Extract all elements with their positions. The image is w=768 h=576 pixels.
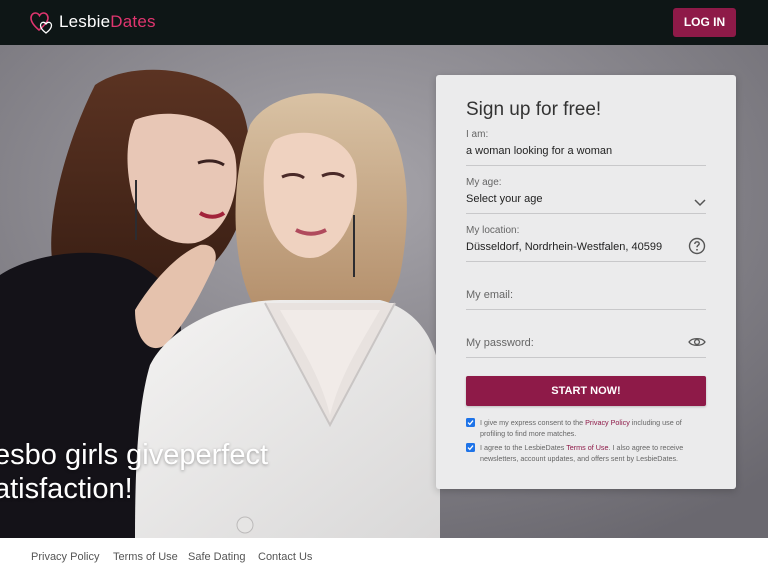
logo-wordmark: LesbieDates	[59, 12, 156, 32]
age-select[interactable]: My age: Select your age	[466, 177, 706, 214]
location-label: My location:	[466, 225, 520, 236]
footer: Privacy Policy Terms of Use Safe Dating …	[0, 538, 768, 576]
iam-value: a woman looking for a woman	[466, 145, 613, 157]
signup-title: Sign up for free!	[466, 99, 602, 120]
question-circle-icon[interactable]	[688, 237, 706, 260]
logo-text-part1: Lesbie	[59, 12, 111, 31]
iam-label: I am:	[466, 129, 489, 140]
email-field[interactable]: My email:	[466, 273, 706, 310]
eye-icon[interactable]	[688, 335, 706, 353]
terms-consent: I agree to the LesbieDates Terms of Use.…	[466, 442, 706, 464]
terms-consent-checkbox[interactable]	[466, 443, 475, 452]
terms-of-use-link[interactable]: Terms of Use	[566, 443, 608, 452]
iam-field[interactable]: I am: a woman looking for a woman	[466, 129, 706, 166]
chevron-down-icon	[694, 194, 706, 212]
footer-link-terms-of-use[interactable]: Terms of Use	[113, 551, 178, 563]
privacy-policy-link[interactable]: Privacy Policy	[585, 418, 630, 427]
start-now-button[interactable]: START NOW!	[466, 376, 706, 406]
password-placeholder: My password:	[466, 337, 534, 349]
age-label: My age:	[466, 177, 502, 188]
privacy-consent: I give my express consent to the Privacy…	[466, 417, 706, 439]
location-field[interactable]: My location: Düsseldorf, Nordrhein-Westf…	[466, 225, 706, 262]
password-field[interactable]: My password:	[466, 321, 706, 358]
age-value: Select your age	[466, 193, 543, 205]
hero-tagline-line2: atisfaction!	[0, 473, 133, 505]
hearts-logo-icon	[30, 9, 56, 35]
signup-form: Sign up for free! I am: a woman looking …	[436, 75, 736, 489]
privacy-consent-text-pre: I give my express consent to the	[480, 418, 586, 427]
footer-link-safe-dating[interactable]: Safe Dating	[188, 551, 245, 563]
privacy-consent-checkbox[interactable]	[466, 418, 475, 427]
site-logo[interactable]: LesbieDates	[30, 9, 156, 35]
login-button[interactable]: LOG IN	[673, 8, 736, 37]
footer-link-privacy-policy[interactable]: Privacy Policy	[31, 551, 99, 563]
top-navigation-bar: LesbieDates LOG IN	[0, 0, 768, 45]
hero-tagline: esbo girls giveperfect atisfaction!	[0, 438, 268, 506]
checkmark-icon	[467, 445, 474, 451]
hero-tagline-line1: esbo girls giveperfect	[0, 439, 269, 471]
hero-section: esbo girls giveperfect atisfaction! Sign…	[0, 45, 768, 538]
terms-consent-text-pre: I agree to the LesbieDates	[480, 443, 567, 452]
location-value: Düsseldorf, Nordrhein-Westfalen, 40599	[466, 241, 663, 253]
footer-link-contact-us[interactable]: Contact Us	[258, 551, 312, 563]
email-placeholder: My email:	[466, 289, 514, 301]
logo-text-part2: Dates	[110, 12, 156, 31]
checkmark-icon	[467, 420, 474, 426]
